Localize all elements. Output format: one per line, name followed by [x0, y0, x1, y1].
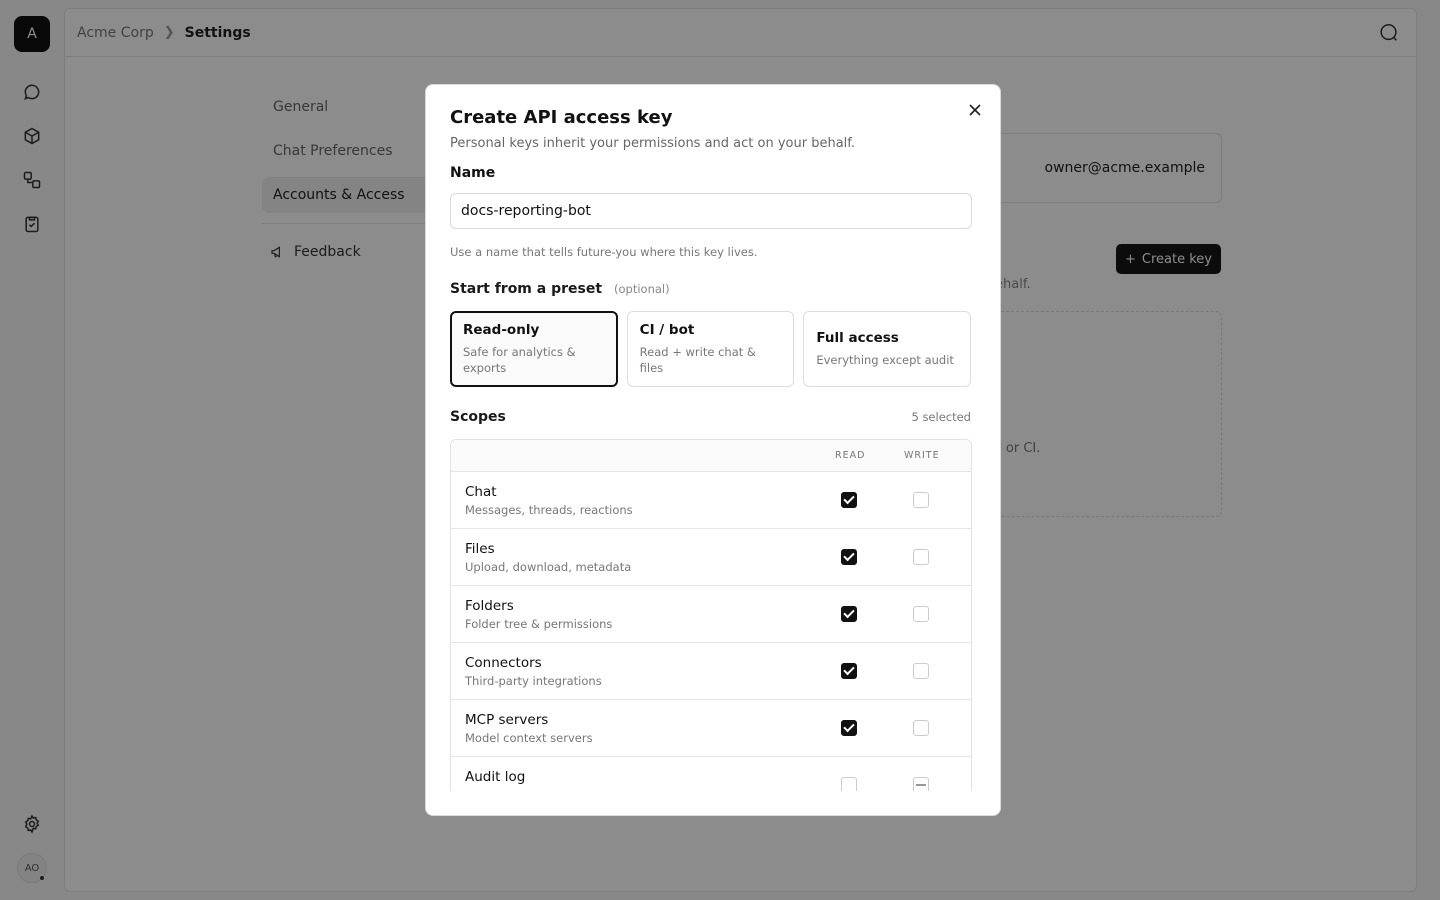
scopes-table-header: READ WRITE: [451, 440, 971, 472]
audit-log-write-checkbox[interactable]: [913, 777, 929, 791]
optional-tag: (optional): [614, 282, 670, 296]
scopes-count: 5 selected: [911, 410, 971, 424]
preset-read-only[interactable]: Read-only Safe for analytics & exports: [450, 311, 618, 387]
close-icon: [969, 104, 981, 116]
connectors-write-checkbox[interactable]: [913, 663, 929, 679]
chat-write-checkbox[interactable]: [913, 492, 929, 508]
scopes-title: Scopes: [450, 409, 506, 425]
key-name-input[interactable]: [450, 193, 972, 229]
scope-row-audit-log: Audit log: [451, 757, 971, 791]
scope-row-mcp-servers: MCP servers Model context servers: [451, 700, 971, 757]
dialog-title: Create API access key: [450, 107, 673, 128]
files-read-checkbox[interactable]: [841, 549, 857, 565]
files-write-checkbox[interactable]: [913, 549, 929, 565]
connectors-read-checkbox[interactable]: [841, 663, 857, 679]
name-hint: Use a name that tells future-you where t…: [450, 245, 758, 259]
create-api-key-dialog: Create API access key Personal keys inhe…: [425, 84, 1001, 816]
dialog-subtitle: Personal keys inherit your permissions a…: [450, 136, 856, 151]
name-label: Name: [450, 165, 496, 181]
chat-read-checkbox[interactable]: [841, 492, 857, 508]
scopes-heading: Scopes 5 selected: [450, 409, 971, 425]
column-read: READ: [835, 450, 866, 461]
mcp-servers-read-checkbox[interactable]: [841, 720, 857, 736]
scopes-table: READ WRITE Chat Messages, threads, react…: [450, 439, 972, 791]
close-button[interactable]: [966, 101, 984, 119]
mcp-servers-write-checkbox[interactable]: [913, 720, 929, 736]
folders-write-checkbox[interactable]: [913, 606, 929, 622]
column-write: WRITE: [904, 450, 940, 461]
folders-read-checkbox[interactable]: [841, 606, 857, 622]
preset-heading: Start from a preset (optional): [450, 281, 670, 297]
audit-log-read-checkbox[interactable]: [841, 777, 857, 791]
preset-ci-bot[interactable]: CI / bot Read + write chat & files: [626, 311, 795, 387]
scope-row-connectors: Connectors Third-party integrations: [451, 643, 971, 700]
scope-row-folders: Folders Folder tree & permissions: [451, 586, 971, 643]
preset-full-access[interactable]: Full access Everything except audit: [803, 311, 972, 387]
scope-row-files: Files Upload, download, metadata: [451, 529, 971, 586]
scope-row-chat: Chat Messages, threads, reactions: [451, 472, 971, 529]
preset-options: Read-only Safe for analytics & exports C…: [450, 311, 972, 387]
